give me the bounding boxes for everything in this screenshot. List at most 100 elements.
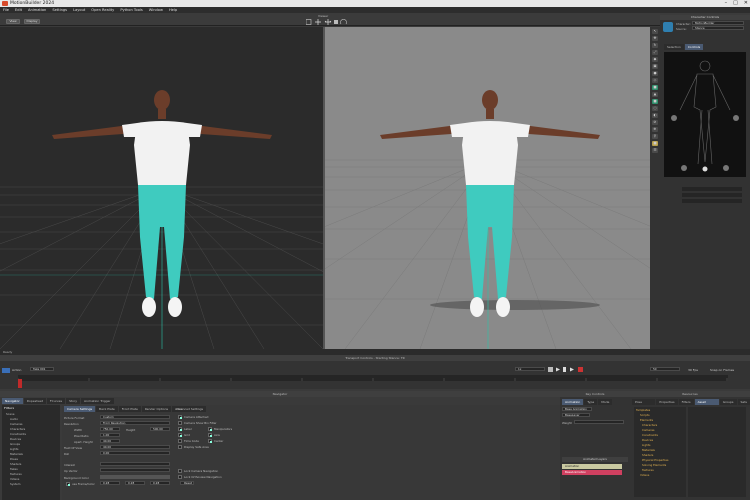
slider-3[interactable]	[682, 199, 742, 203]
tab-pose-controls[interactable]: Pose Controls	[632, 399, 656, 410]
fov-slider[interactable]: 40.00	[100, 445, 170, 449]
tree-item[interactable]: Lights	[10, 447, 18, 451]
tree-filter-label[interactable]: Filters	[4, 406, 14, 410]
pin-icon[interactable]: ●	[652, 71, 658, 76]
use-frame-checkbox[interactable]	[66, 482, 70, 486]
tab-animation[interactable]: Animation	[562, 399, 584, 405]
tab-filters[interactable]: Filters	[678, 399, 694, 405]
tree-item[interactable]: Textures	[10, 472, 22, 476]
tree-item[interactable]: Devices	[642, 438, 653, 442]
view-button[interactable]: View	[6, 19, 20, 24]
tree-item[interactable]: System	[10, 482, 20, 486]
interest-field[interactable]	[100, 462, 170, 466]
mirror-icon[interactable]: ◐	[652, 113, 658, 118]
manipulators-checkbox[interactable]	[208, 427, 212, 431]
take-select[interactable]: Take 001	[30, 367, 54, 371]
axis-checkbox[interactable]	[208, 433, 212, 437]
tree-item[interactable]: Videos	[640, 473, 649, 477]
key-icon[interactable]: ◆	[652, 57, 658, 62]
aperture-field[interactable]: 40.00	[100, 439, 120, 443]
pixel-ratio-field[interactable]: 1.00	[100, 433, 120, 437]
roll-slider[interactable]: 0.00	[100, 451, 170, 455]
bg-b-field[interactable]: 0.28	[150, 481, 170, 485]
slider-2[interactable]	[682, 193, 742, 197]
tab-sets[interactable]: Sets	[737, 399, 750, 405]
close-icon[interactable]: ✕	[744, 0, 748, 7]
lock-ortho-checkbox[interactable]	[178, 475, 182, 479]
safe-area-checkbox[interactable]	[178, 445, 182, 449]
lock-camera-checkbox[interactable]	[178, 469, 182, 473]
tree-item[interactable]: Constraints	[10, 432, 26, 436]
maximize-icon[interactable]: □	[733, 0, 738, 7]
tab-camera-settings[interactable]: Camera Settings	[64, 406, 96, 412]
lock-icon[interactable]: ▣	[652, 64, 658, 69]
tab-fcurves[interactable]: FCurves	[46, 398, 66, 404]
viewport-producer-perspective[interactable]	[0, 27, 323, 349]
center-checkbox[interactable]	[208, 439, 212, 443]
tree-item[interactable]: Textures	[642, 468, 654, 472]
minimize-icon[interactable]: –	[725, 0, 728, 7]
tree-item[interactable]: Poses	[10, 457, 18, 461]
time-code-checkbox[interactable]	[178, 439, 182, 443]
tree-item[interactable]: Videos	[10, 477, 19, 481]
picture-format-select[interactable]: Custom	[100, 415, 170, 419]
tree-item[interactable]: Physical Properties	[642, 458, 668, 462]
tree-item[interactable]: Scripts	[640, 413, 650, 417]
tree-item[interactable]: Scene	[6, 412, 15, 416]
tab-story[interactable]: Story	[66, 398, 80, 404]
tree-item[interactable]: Characters	[10, 427, 25, 431]
reach-icon[interactable]: ◇	[652, 78, 658, 83]
speed-field[interactable]: 1x	[515, 367, 545, 371]
fps-select[interactable]: 30 Fps	[688, 368, 698, 372]
weight-slider[interactable]	[574, 420, 624, 424]
tab-groups[interactable]: Groups	[719, 399, 737, 405]
tab-render-options[interactable]: Render Options	[141, 406, 172, 412]
tab-dopesheet[interactable]: Dopesheet	[23, 398, 46, 404]
viewer-tool-icons[interactable]	[306, 19, 348, 26]
bg-r-field[interactable]: 0.28	[100, 481, 120, 485]
source-select[interactable]: Stance	[692, 26, 744, 30]
asset-content-area[interactable]	[688, 407, 746, 497]
width-field[interactable]: 750.00	[100, 427, 120, 431]
grid-checkbox[interactable]	[178, 433, 182, 437]
body-part-icon[interactable]: ▲	[652, 92, 658, 97]
fk-icon[interactable]: ■	[652, 99, 658, 104]
tree-item[interactable]: Groups	[10, 442, 20, 446]
character-body-map[interactable]	[664, 52, 746, 177]
tree-item[interactable]: Takes	[10, 467, 18, 471]
tab-mode[interactable]: Mode	[598, 399, 613, 405]
pose-icon[interactable]: ■	[652, 141, 658, 146]
tree-item[interactable]: Materials	[10, 452, 23, 456]
character-select[interactable]: MotionBuilder	[692, 21, 744, 25]
slider-1[interactable]	[682, 187, 742, 191]
base-animation-select[interactable]: Base Animation	[562, 407, 592, 411]
scale-icon[interactable]: ⤢	[652, 50, 658, 55]
viewport-camera-view[interactable]	[325, 27, 650, 349]
tab-front-plate[interactable]: Front Plate	[118, 406, 141, 412]
select-icon[interactable]: ↖	[652, 29, 658, 34]
ik-icon[interactable]: ○	[652, 106, 658, 111]
tab-navigator[interactable]: Navigator	[2, 398, 23, 404]
up-vector-field[interactable]	[100, 468, 170, 472]
tree-item[interactable]: Cameras	[10, 422, 22, 426]
camera-attached-checkbox[interactable]	[178, 415, 182, 419]
tree-item[interactable]: Materials	[642, 448, 655, 452]
bin-filter-checkbox[interactable]	[178, 421, 182, 425]
layer-select[interactable]: BaseLayer	[562, 413, 590, 417]
zero-icon[interactable]: ⊘	[652, 120, 658, 125]
tab-controls[interactable]: Controls	[684, 44, 704, 50]
tree-item[interactable]: Solving Elements	[642, 463, 666, 467]
end-frame-field[interactable]: 50	[650, 367, 680, 371]
key-set-icon[interactable]: ⚲	[652, 134, 658, 139]
label-checkbox[interactable]	[178, 427, 182, 431]
tree-item[interactable]: Audio	[10, 417, 18, 421]
snap-select[interactable]: Snap on Frames	[710, 368, 734, 372]
stance-icon[interactable]: ⊕	[652, 127, 658, 132]
tab-back-plate[interactable]: Back Plate	[96, 406, 118, 412]
tab-selection[interactable]: Selection	[664, 44, 684, 50]
tree-item[interactable]: Templates	[636, 408, 650, 412]
height-field[interactable]: 500.00	[150, 427, 170, 431]
full-body-icon[interactable]: ■	[652, 85, 658, 90]
tab-asset-browser[interactable]: Asset Browser	[694, 399, 719, 410]
tree-item[interactable]: Characters	[642, 423, 657, 427]
